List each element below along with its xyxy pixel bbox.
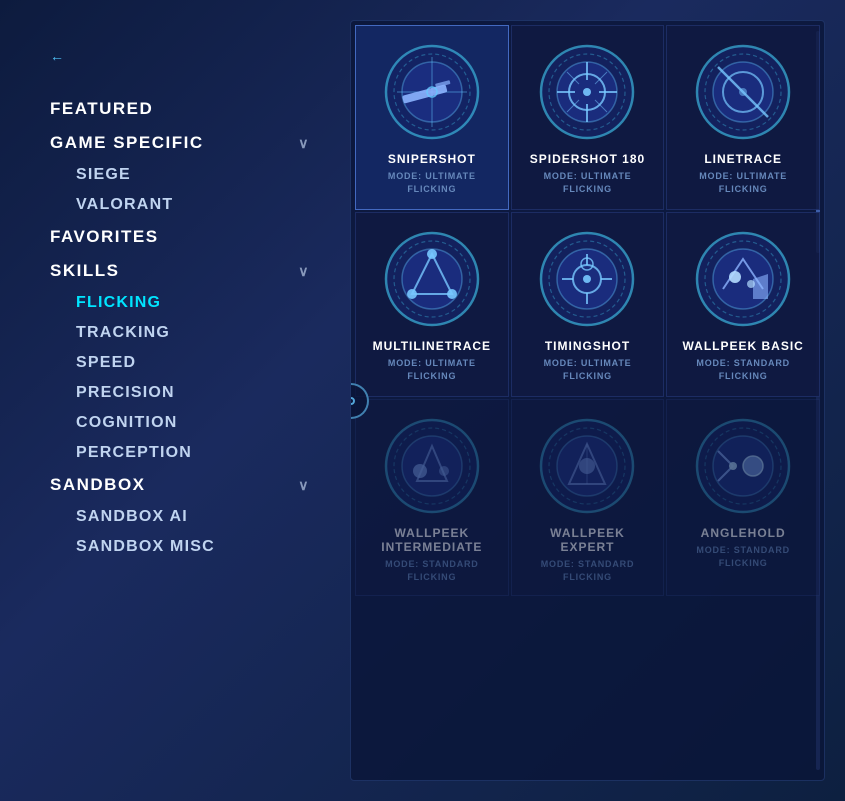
sidebar-item-siege[interactable]: SIEGE: [50, 160, 310, 190]
scroll-dot: [350, 397, 355, 405]
sidebar-item-flicking[interactable]: FLICKING: [50, 288, 310, 318]
task-mode: MODE: STANDARDFLICKING: [385, 558, 479, 583]
task-name: MULTILINETRACE: [373, 339, 491, 353]
sidebar-label: SKILLS: [50, 261, 119, 281]
task-card-wallpeek_basic[interactable]: WALLPEEK BASIC MODE: STANDARDFLICKING: [666, 212, 820, 397]
task-card-multilinetrace[interactable]: MULTILINETRACE MODE: ULTIMATEFLICKING: [355, 212, 509, 397]
sidebar-label: FEATURED: [50, 99, 153, 119]
chevron-icon: ∨: [298, 135, 310, 152]
task-card-linetrace[interactable]: LINETRACE MODE: ULTIMATEFLICKING: [666, 25, 820, 210]
task-mode: MODE: ULTIMATEFLICKING: [699, 170, 787, 195]
task-mode: MODE: ULTIMATEFLICKING: [388, 170, 476, 195]
task-icon-timingshot: [537, 229, 637, 329]
sidebar-item-sandbox_ai[interactable]: SANDBOX AI: [50, 502, 310, 532]
sidebar-item-sandbox[interactable]: SANDBOX ∨: [50, 468, 310, 502]
sidebar-item-game_specific[interactable]: GAME SPECIFIC ∨: [50, 126, 310, 160]
sidebar-item-featured[interactable]: FEATURED: [50, 92, 310, 126]
task-card-wallpeek_intermediate[interactable]: WALLPEEK INTERMEDIATE MODE: STANDARDFLIC…: [355, 399, 509, 596]
task-card-snipershot[interactable]: SNIPERSHOT MODE: ULTIMATEFLICKING: [355, 25, 509, 210]
content-panel: SNIPERSHOT MODE: ULTIMATEFLICKING SPIDER…: [350, 20, 825, 781]
task-name: SNIPERSHOT: [388, 152, 476, 166]
sidebar-item-precision[interactable]: PRECISION: [50, 378, 310, 408]
sidebar-item-skills[interactable]: SKILLS ∨: [50, 254, 310, 288]
sidebar-item-valorant[interactable]: VALORANT: [50, 190, 310, 220]
task-card-spidershot_180[interactable]: SPIDERSHOT 180 MODE: ULTIMATEFLICKING: [511, 25, 665, 210]
task-name: WALLPEEK BASIC: [682, 339, 803, 353]
sidebar-label: SANDBOX: [50, 475, 146, 495]
task-mode: MODE: STANDARDFLICKING: [696, 544, 790, 569]
task-icon-linetrace: [693, 42, 793, 142]
task-mode: MODE: ULTIMATEFLICKING: [544, 357, 632, 382]
task-mode: MODE: ULTIMATEFLICKING: [544, 170, 632, 195]
sidebar-label: FAVORITES: [50, 227, 159, 247]
task-mode: MODE: STANDARDFLICKING: [696, 357, 790, 382]
sidebar-item-tracking[interactable]: TRACKING: [50, 318, 310, 348]
task-name: LINETRACE: [704, 152, 782, 166]
task-icon-wallpeek_expert: [537, 416, 637, 516]
task-name: ANGLEHOLD: [701, 526, 786, 540]
main-content: SNIPERSHOT MODE: ULTIMATEFLICKING SPIDER…: [340, 0, 845, 801]
task-icon-snipershot: [382, 42, 482, 142]
task-name: TIMINGSHOT: [545, 339, 630, 353]
task-mode: MODE: ULTIMATEFLICKING: [388, 357, 476, 382]
chevron-icon: ∨: [298, 263, 310, 280]
app-container: ← FEATURED GAME SPECIFIC ∨ SIEGEVALORANT FAV…: [0, 0, 845, 801]
sidebar-item-favorites[interactable]: FAVORITES: [50, 220, 310, 254]
chevron-icon: ∨: [298, 477, 310, 494]
sidebar-item-cognition[interactable]: COGNITION: [50, 408, 310, 438]
task-card-anglehold[interactable]: ANGLEHOLD MODE: STANDARDFLICKING: [666, 399, 820, 596]
task-card-wallpeek_expert[interactable]: WALLPEEK EXPERT MODE: STANDARDFLICKING: [511, 399, 665, 596]
task-icon-wallpeek_intermediate: [382, 416, 482, 516]
task-icon-multilinetrace: [382, 229, 482, 329]
task-name: WALLPEEK EXPERT: [524, 526, 652, 554]
task-icon-spidershot_180: [537, 42, 637, 142]
sidebar: ← FEATURED GAME SPECIFIC ∨ SIEGEVALORANT FAV…: [0, 0, 340, 801]
nav-container: FEATURED GAME SPECIFIC ∨ SIEGEVALORANT FAVOR…: [50, 92, 310, 562]
back-button[interactable]: ←: [50, 48, 310, 64]
task-mode: MODE: STANDARDFLICKING: [541, 558, 635, 583]
sidebar-item-sandbox_misc[interactable]: SANDBOX MISC: [50, 532, 310, 562]
sidebar-label: GAME SPECIFIC: [50, 133, 204, 153]
task-name: WALLPEEK INTERMEDIATE: [368, 526, 496, 554]
task-icon-wallpeek_basic: [693, 229, 793, 329]
tasks-grid: SNIPERSHOT MODE: ULTIMATEFLICKING SPIDER…: [351, 21, 824, 600]
sidebar-item-perception[interactable]: PERCEPTION: [50, 438, 310, 468]
task-name: SPIDERSHOT 180: [530, 152, 645, 166]
back-arrow-icon: ←: [50, 48, 65, 64]
task-card-timingshot[interactable]: TIMINGSHOT MODE: ULTIMATEFLICKING: [511, 212, 665, 397]
sidebar-item-speed[interactable]: SPEED: [50, 348, 310, 378]
task-icon-anglehold: [693, 416, 793, 516]
